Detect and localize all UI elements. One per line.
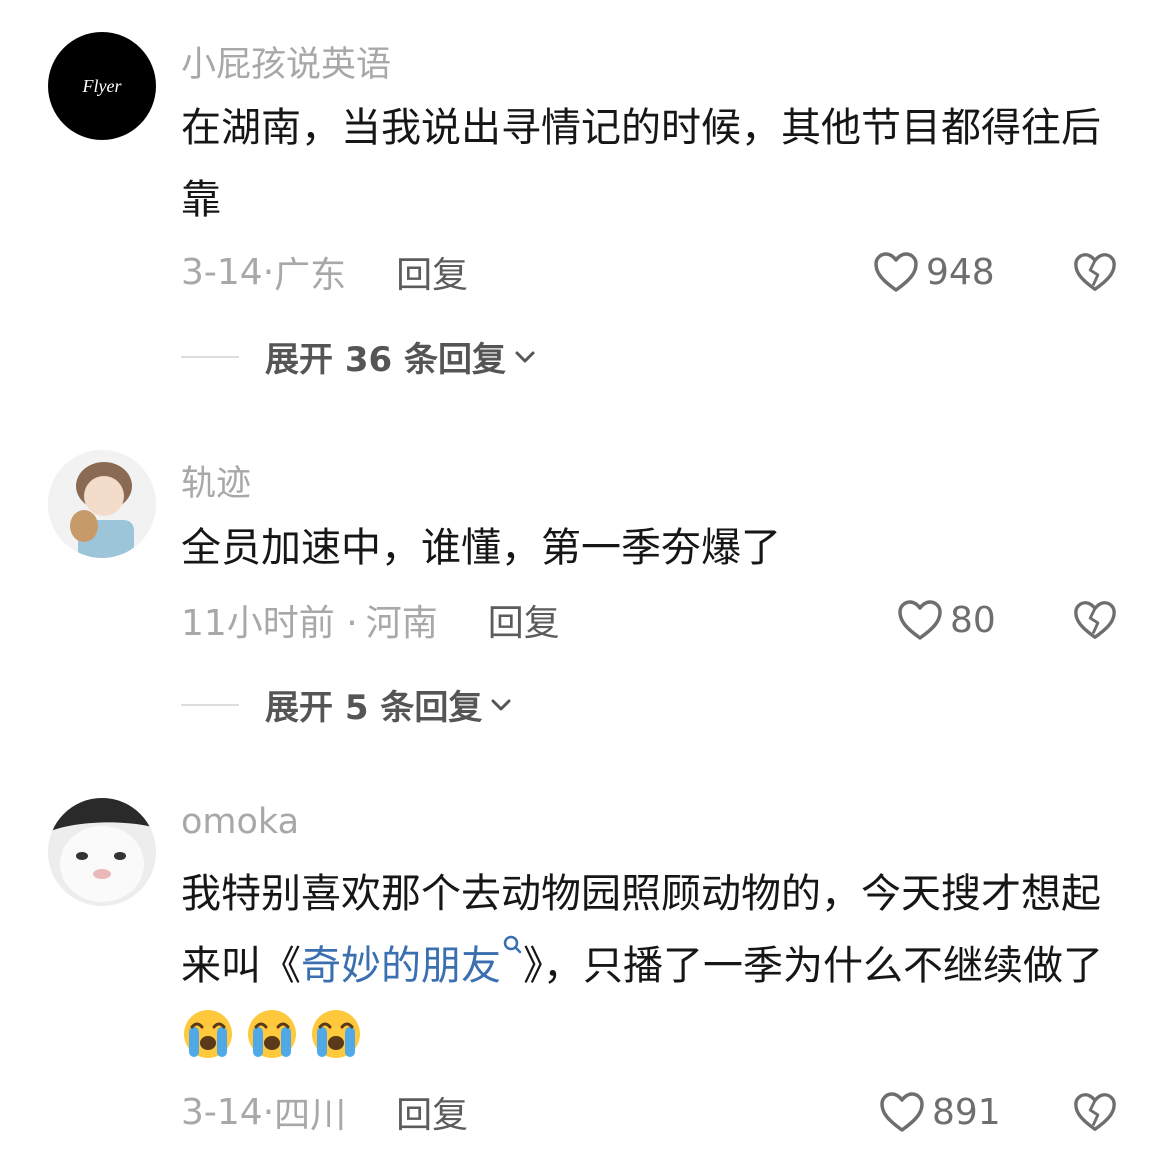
avatar-photo (48, 798, 156, 906)
comment-location: 四川 (274, 1095, 347, 1136)
reply-button[interactable]: 回复 (396, 1086, 468, 1138)
broken-heart-icon (1074, 1093, 1116, 1131)
search-icon (503, 935, 522, 954)
comment-text-after: 》，只播了一季为什么不继续做了 (523, 943, 1103, 989)
search-link[interactable]: 奇妙的朋友 (301, 935, 523, 989)
username[interactable]: omoka (181, 802, 299, 842)
like-button[interactable]: 891 (878, 1090, 1001, 1134)
dislike-button[interactable] (1072, 1090, 1118, 1136)
search-link-label: 奇妙的朋友 (301, 943, 501, 989)
comment-date: 3-14· (181, 1091, 275, 1133)
like-count: 891 (932, 1091, 1001, 1133)
avatar[interactable] (48, 798, 156, 906)
loudly-crying-face-icon (309, 1007, 363, 1061)
loudly-crying-face-icon (245, 1007, 299, 1061)
heart-icon (880, 1092, 924, 1132)
comment-text: 我特别喜欢那个去动物园照顾动物的，今天搜才想起来叫《奇妙的朋友 》，只播了一季为什… (181, 858, 1121, 1074)
loudly-crying-face-icon (181, 1007, 235, 1061)
comment-meta: 3-14· 四川 回复 (181, 1090, 468, 1137)
comment-item: omoka 我特别喜欢那个去动物园照顾动物的，今天搜才想起来叫《奇妙的朋友 》，只… (0, 0, 1169, 1159)
